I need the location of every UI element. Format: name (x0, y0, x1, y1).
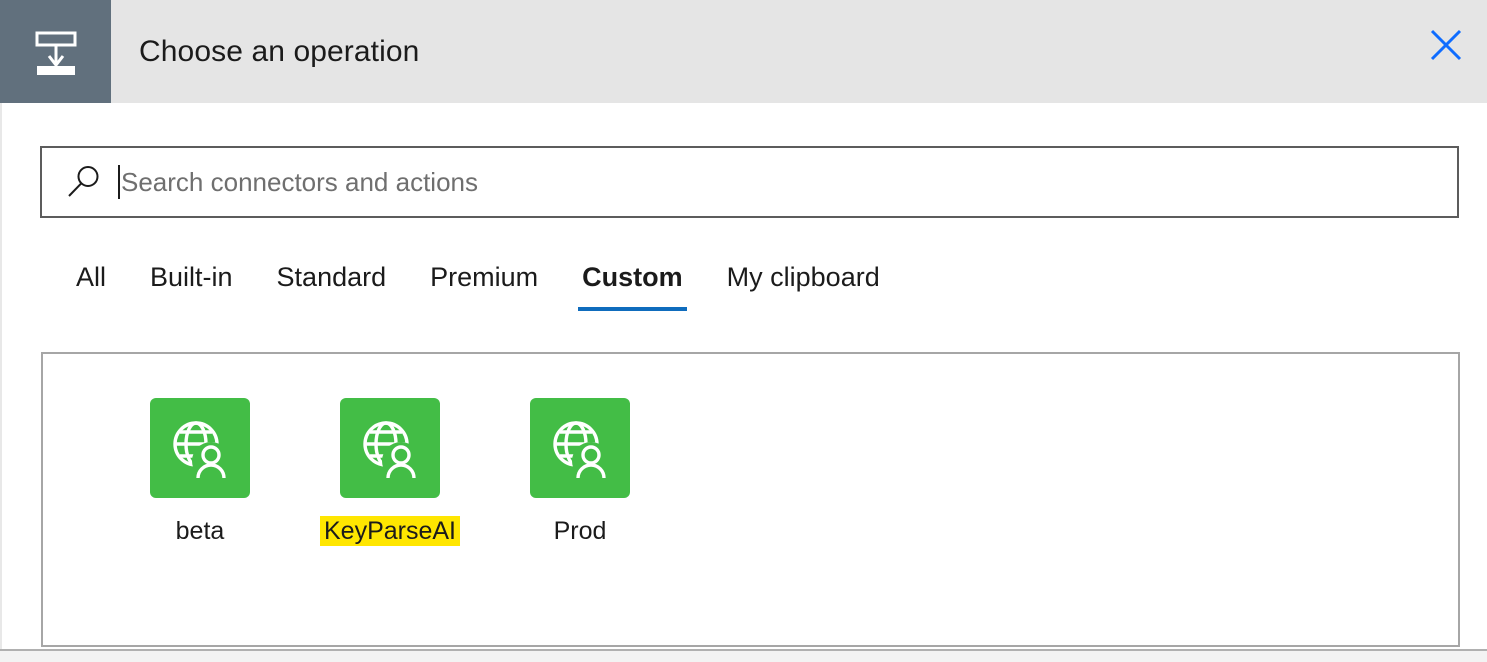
tab-standard[interactable]: Standard (255, 256, 409, 321)
dialog-body: Search connectors and actions All Built-… (0, 103, 1487, 662)
page-title: Choose an operation (139, 34, 420, 68)
tab-label: All (76, 262, 107, 292)
globe-user-connector-icon (553, 421, 606, 479)
close-x-icon (1430, 29, 1462, 61)
connector-tile (150, 398, 250, 498)
choose-operation-dialog: Choose an operation Search connectors an… (0, 0, 1487, 662)
close-button[interactable] (1423, 22, 1469, 68)
connector-tile (340, 398, 440, 498)
tab-label: Built-in (150, 262, 233, 292)
connector-label: KeyParseAI (319, 516, 460, 546)
connector-item-beta[interactable]: beta (105, 398, 295, 546)
connector-item-prod[interactable]: Prod (485, 398, 675, 546)
search-magnifier-icon (68, 166, 99, 197)
tab-label: Custom (582, 262, 683, 292)
footer-strip (0, 649, 1487, 662)
globe-user-connector-icon (363, 421, 416, 479)
search-field-wrapper[interactable]: Search connectors and actions (40, 146, 1459, 218)
tab-label: My clipboard (726, 262, 880, 292)
connector-results-panel: beta KeyParseAI Prod (41, 352, 1460, 647)
tab-custom[interactable]: Custom (560, 256, 705, 321)
connector-tile (530, 398, 630, 498)
category-tabs: All Built-in Standard Premium Custom My … (54, 256, 902, 321)
connector-item-keyparseai[interactable]: KeyParseAI (295, 398, 485, 546)
connector-label: beta (175, 517, 225, 545)
globe-user-connector-icon (173, 421, 226, 479)
search-input[interactable]: Search connectors and actions (121, 167, 478, 198)
tab-built-in[interactable]: Built-in (128, 256, 255, 321)
tab-my-clipboard[interactable]: My clipboard (705, 256, 902, 321)
tab-premium[interactable]: Premium (408, 256, 560, 321)
connector-label: Prod (553, 517, 607, 545)
search-text-caret (118, 165, 120, 199)
connector-grid: beta KeyParseAI Prod (105, 398, 675, 546)
tab-label: Premium (430, 262, 539, 292)
tab-all[interactable]: All (54, 256, 128, 321)
logic-app-flow-icon (0, 0, 111, 103)
tab-label: Standard (276, 262, 387, 292)
dialog-header: Choose an operation (0, 0, 1487, 103)
